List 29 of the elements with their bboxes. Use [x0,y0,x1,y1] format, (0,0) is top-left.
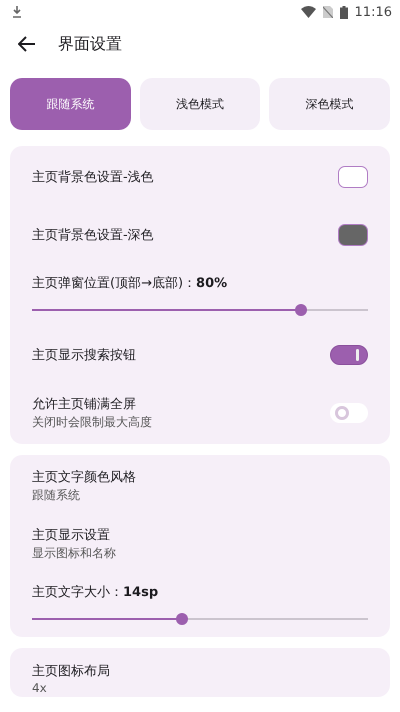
back-arrow-icon[interactable] [18,36,36,52]
download-icon [12,6,22,18]
setting-value: 关闭时会限制最大高度 [32,414,152,431]
setting-label: 主页图标布局 [32,663,110,680]
slider[interactable] [32,613,368,625]
mode-tab[interactable]: 浅色模式 [140,78,260,130]
toggle-switch[interactable] [330,403,368,423]
setting-label: 允许主页铺满全屏 [32,396,137,413]
toggle-switch[interactable] [330,345,368,365]
slider[interactable] [32,304,368,316]
color-swatch[interactable] [338,224,368,246]
setting-label: 主页文字大小：14sp [32,584,160,601]
setting-label: 主页背景色设置-深色 [32,227,154,244]
setting-value: 4x [32,681,48,695]
no-sim-icon [322,6,333,18]
mode-tab[interactable]: 深色模式 [269,78,390,130]
mode-tab[interactable]: 跟随系统 [10,78,131,130]
setting-label: 主页背景色设置-浅色 [32,169,154,186]
setting-label: 主页显示搜索按钮 [32,347,136,364]
setting-label: 主页文字颜色风格 [32,469,136,486]
setting-value: 显示图标和名称 [32,545,116,562]
setting-label: 主页弹窗位置(顶部→底部)：80% [32,275,228,292]
status-time: 11:16 [354,4,392,20]
color-swatch[interactable] [338,166,368,188]
setting-label: 主页显示设置 [32,527,111,544]
page-title: 界面设置 [58,34,122,54]
battery-icon [340,6,348,18]
setting-value: 跟随系统 [32,487,81,504]
wifi-icon [300,6,316,18]
